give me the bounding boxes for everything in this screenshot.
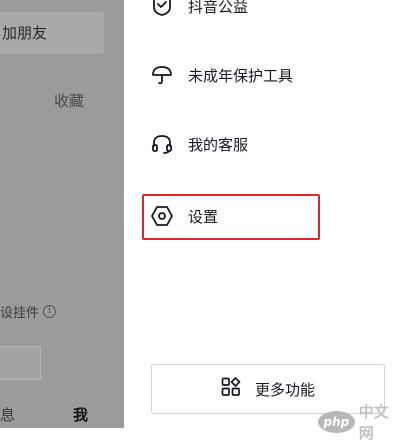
menu-item-label: 未成年保护工具 [188, 66, 294, 85]
menu-item-charity[interactable]: 抖音公益 [150, 0, 248, 24]
add-friend-button[interactable]: 加朋友 [0, 12, 104, 54]
menu-item-label: 抖音公益 [188, 0, 249, 16]
widget-setting[interactable]: 设挂件 i [0, 302, 57, 321]
php-watermark: php 中文网 [318, 401, 400, 443]
menu-item-label: 我的客服 [188, 135, 249, 154]
widget-label: 设挂件 [0, 306, 40, 321]
watermark-text: 中文网 [358, 403, 389, 442]
add-friend-label: 加朋友 [2, 24, 48, 42]
heart-hands-icon [150, 0, 174, 18]
favorites-tab[interactable]: 收藏 [54, 90, 84, 111]
background-page: 加朋友 收藏 设挂件 i 息 我 [0, 0, 124, 428]
info-icon: i [43, 305, 57, 318]
tab-me[interactable]: 我 [73, 404, 88, 425]
umbrella-icon [150, 63, 174, 87]
apps-grid-icon [221, 377, 241, 401]
menu-item-customer-service[interactable]: 我的客服 [150, 126, 248, 162]
settings-highlight-box [142, 194, 320, 240]
headset-icon [150, 132, 174, 156]
more-features-label: 更多功能 [254, 380, 315, 399]
tab-messages[interactable]: 息 [0, 404, 15, 425]
watermark-badge: php [318, 411, 355, 433]
background-box [0, 346, 41, 380]
side-drawer: 抖音公益 未成年保护工具 我的客服 设置 更多功能 [124, 0, 400, 428]
menu-item-minor-protection[interactable]: 未成年保护工具 [150, 57, 293, 93]
